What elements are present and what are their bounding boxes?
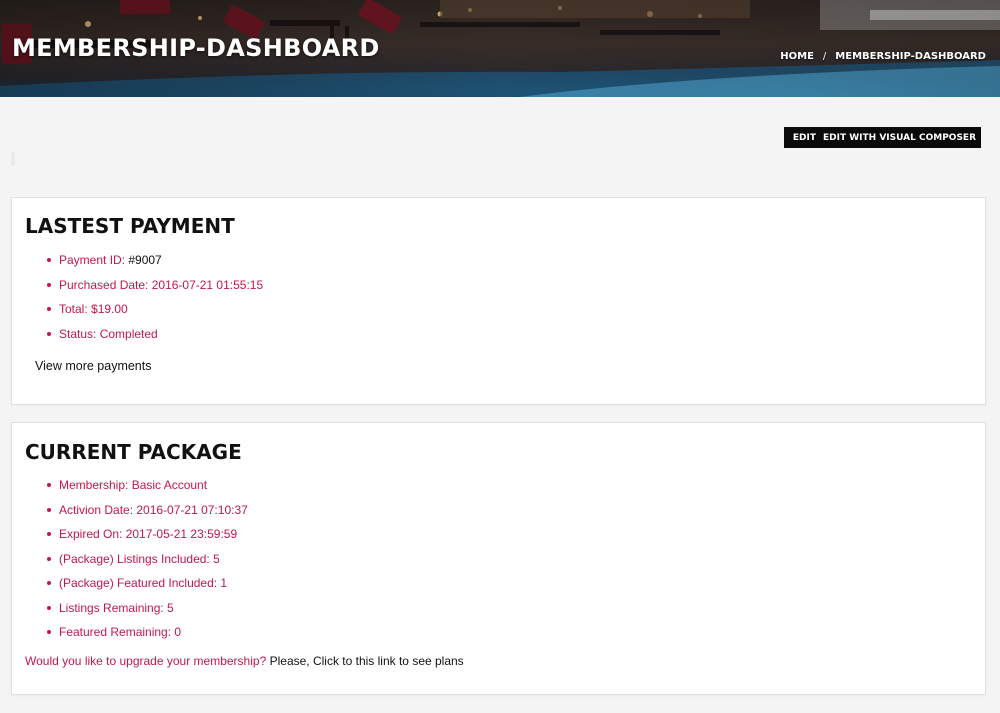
latest-payment-panel: LASTEST PAYMENT Payment ID: #9007 Purcha… <box>11 197 986 405</box>
breadcrumb-separator: / <box>822 51 827 62</box>
payment-id-item: Payment ID: #9007 <box>45 251 263 276</box>
upgrade-prompt: Would you like to upgrade your membershi… <box>25 654 464 668</box>
edit-with-visual-composer-button[interactable]: EDIT WITH VISUAL COMPOSER <box>823 133 976 143</box>
see-plans-link[interactable]: Please, Click to this link to see plans <box>270 654 464 668</box>
total-item: Total: $19.00 <box>45 300 263 325</box>
current-package-heading: CURRENT PACKAGE <box>25 440 242 464</box>
latest-payment-heading: LASTEST PAYMENT <box>25 214 235 238</box>
payment-id-value: #9007 <box>128 253 162 267</box>
listings-included-item: (Package) Listings Included: 5 <box>45 550 248 575</box>
featured-included-item: (Package) Featured Included: 1 <box>45 574 248 599</box>
page-header-banner: MEMBERSHIP-DASHBOARD HOME / MEMBERSHIP-DAS… <box>0 0 1000 97</box>
status-item: Status: Completed <box>45 325 263 350</box>
membership-item: Membership: Basic Account <box>45 476 248 501</box>
breadcrumb-home-link[interactable]: HOME <box>780 51 814 62</box>
payment-details-list: Payment ID: #9007 Purchased Date: 2016-0… <box>45 251 263 349</box>
listings-remaining-item: Listings Remaining: 5 <box>45 599 248 624</box>
admin-edit-bar: EDIT EDIT WITH VISUAL COMPOSER <box>783 127 981 148</box>
activation-date-item: Activion Date: 2016-07-21 07:10:37 <box>45 501 248 526</box>
package-details-list: Membership: Basic Account Activion Date:… <box>45 476 248 648</box>
payment-id-label: Payment ID: <box>59 253 129 267</box>
empty-block <box>11 152 15 166</box>
current-package-panel: CURRENT PACKAGE Membership: Basic Accoun… <box>11 422 986 695</box>
breadcrumb-current: MEMBERSHIP-DASHBOARD <box>835 51 986 62</box>
purchased-date-item: Purchased Date: 2016-07-21 01:55:15 <box>45 276 263 301</box>
upgrade-question: Would you like to upgrade your membershi… <box>25 654 267 668</box>
featured-remaining-item: Featured Remaining: 0 <box>45 623 248 648</box>
view-more-payments-link[interactable]: View more payments <box>35 359 152 373</box>
edit-button[interactable]: EDIT <box>793 133 816 143</box>
expired-on-item: Expired On: 2017-05-21 23:59:59 <box>45 525 248 550</box>
breadcrumb: HOME / MEMBERSHIP-DASHBOARD <box>780 51 986 62</box>
page-title: MEMBERSHIP-DASHBOARD <box>12 34 380 62</box>
